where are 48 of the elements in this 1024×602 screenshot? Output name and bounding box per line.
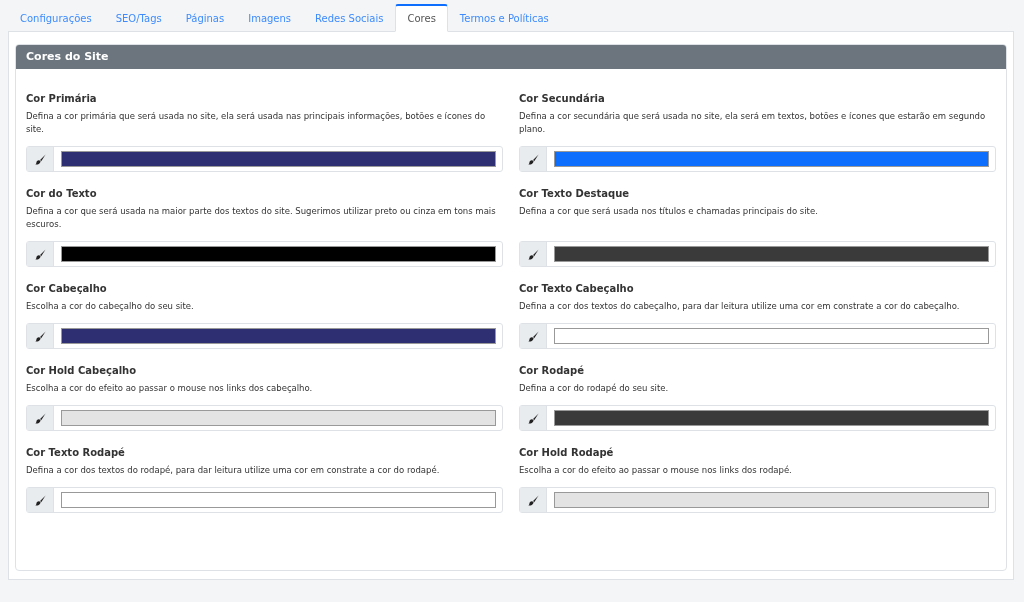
brush-icon (34, 412, 46, 424)
tab[interactable]: Termos e Políticas (447, 4, 561, 32)
field-description: Escolha a cor do efeito ao passar o mouse nos links dos cabeçalho. (26, 382, 314, 395)
tab[interactable]: Redes Sociais (303, 4, 396, 32)
field-label: Cor Cabeçalho (26, 283, 108, 294)
color-input[interactable] (519, 487, 996, 513)
brush-icon (527, 248, 539, 260)
field-description: Escolha a cor do efeito ao passar o mouse nos links dos rodapé. (519, 464, 793, 477)
field-label: Cor do Texto (26, 188, 98, 199)
brush-icon (527, 412, 539, 424)
field-label: Cor Hold Cabeçalho (26, 365, 138, 376)
color-input[interactable] (519, 405, 996, 431)
card-title: Cores do Site (16, 45, 1006, 69)
brush-icon (34, 330, 46, 342)
field-description: Escolha a cor do cabeçalho do seu site. (26, 300, 195, 313)
field-description: Defina a cor dos textos do cabeçalho, para dar leitura utilize uma cor em constrate a cor do cabeçalho. (519, 300, 961, 313)
field-description: Defina a cor do rodapé do seu site. (519, 382, 670, 395)
color-input[interactable] (26, 241, 503, 267)
brush-icon (527, 153, 539, 165)
field-description: Defina a cor dos textos do rodapé, para dar leitura utilize uma cor em constrate a cor do rodapé. (26, 464, 441, 477)
field-description: Defina a cor que será usada na maior parte dos textos do site. Sugerimos utilizar preto ou cinza em tons mais escuros. (26, 205, 497, 231)
color-input[interactable] (26, 146, 503, 172)
field-description: Defina a cor que será usada nos títulos e chamadas principais do site. (519, 205, 819, 218)
brush-icon (34, 153, 46, 165)
color-input[interactable] (26, 323, 503, 349)
color-input[interactable] (519, 146, 996, 172)
color-input[interactable] (26, 405, 503, 431)
color-input[interactable] (519, 323, 996, 349)
tab[interactable]: Configurações (8, 4, 104, 32)
tab[interactable]: Imagens (236, 4, 304, 32)
field-description: Defina a cor secundária que será usada no site, ela será em textos, botões e ícones que estarão em segundo plano. (519, 110, 987, 136)
tab[interactable]: SEO/Tags (103, 4, 174, 32)
brush-icon (527, 330, 539, 342)
field-description: Defina a cor primária que será usada no site, ela será usada nas principais informações, botões e ícones do site. (26, 110, 487, 136)
brush-icon (34, 494, 46, 506)
brush-icon (34, 248, 46, 260)
field-label: Cor Rodapé (519, 365, 586, 376)
tab[interactable]: Cores (395, 4, 448, 32)
field-label: Cor Primária (26, 93, 98, 104)
field-label: Cor Texto Cabeçalho (519, 283, 635, 294)
color-input[interactable] (519, 241, 996, 267)
tab[interactable]: Páginas (173, 4, 237, 32)
field-label: Cor Texto Rodapé (26, 447, 126, 458)
field-label: Cor Texto Destaque (519, 188, 631, 199)
color-input[interactable] (26, 487, 503, 513)
field-label: Cor Secundária (519, 93, 606, 104)
field-label: Cor Hold Rodapé (519, 447, 615, 458)
brush-icon (527, 494, 539, 506)
